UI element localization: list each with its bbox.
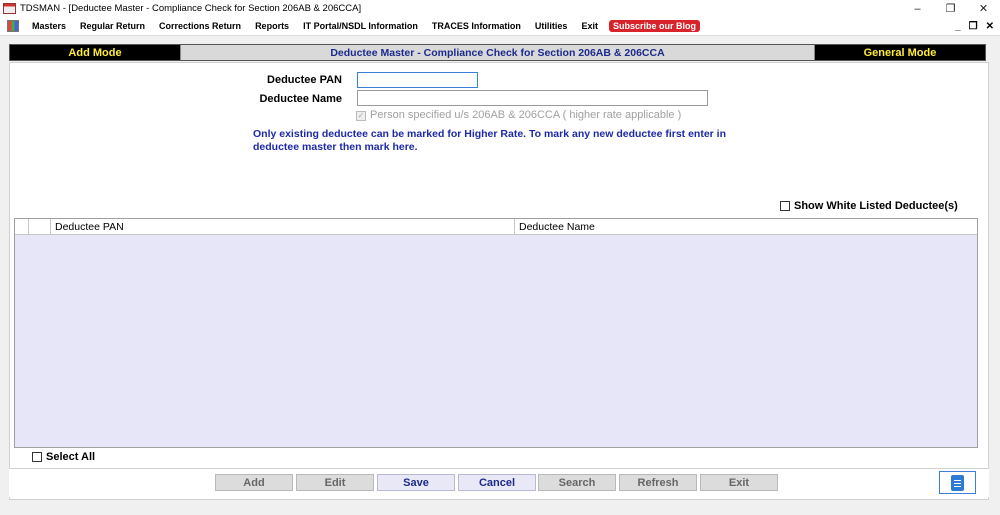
mdi-controls: _ ❐ ✕ xyxy=(955,17,994,36)
search-button[interactable]: Search xyxy=(538,474,616,491)
window-controls: – ❐ ✕ xyxy=(901,0,1000,17)
mode-bar: Add Mode Deductee Master - Compliance Ch… xyxy=(9,44,986,61)
help-document-button[interactable] xyxy=(939,471,976,494)
mdi-minimize-button[interactable]: _ xyxy=(955,21,961,32)
grid-checkbox-column xyxy=(29,219,51,234)
select-all-label: Select All xyxy=(46,451,96,463)
select-all-checkbox[interactable] xyxy=(32,452,42,462)
column-header-deductee-name[interactable]: Deductee Name xyxy=(515,219,977,234)
menu-corrections-return[interactable]: Corrections Return xyxy=(152,21,248,31)
deductee-name-label: Deductee Name xyxy=(259,93,342,105)
tdsman-app-icon xyxy=(3,3,16,14)
window-titlebar: TDSMAN - [Deductee Master - Compliance C… xyxy=(0,0,1000,17)
grid-row-header-column xyxy=(15,219,29,234)
menu-exit[interactable]: Exit xyxy=(574,21,605,31)
menu-regular-return[interactable]: Regular Return xyxy=(73,21,152,31)
save-button[interactable]: Save xyxy=(377,474,455,491)
deductee-name-input[interactable] xyxy=(357,90,708,106)
show-whitelisted-label: Show White Listed Deductee(s) xyxy=(794,200,958,212)
menu-reports[interactable]: Reports xyxy=(248,21,296,31)
add-mode-label: Add Mode xyxy=(10,45,180,60)
exit-button[interactable]: Exit xyxy=(700,474,778,491)
close-button[interactable]: ✕ xyxy=(967,0,1000,17)
edit-button[interactable]: Edit xyxy=(296,474,374,491)
menu-utilities[interactable]: Utilities xyxy=(528,21,575,31)
column-header-deductee-pan[interactable]: Deductee PAN xyxy=(51,219,515,234)
menu-it-portal[interactable]: IT Portal/NSDL Information xyxy=(296,21,425,31)
subscribe-blog-link[interactable]: Subscribe our Blog xyxy=(608,20,700,32)
add-button[interactable]: Add xyxy=(215,474,293,491)
document-icon xyxy=(951,474,964,491)
deductee-pan-input[interactable] xyxy=(357,72,478,88)
deductee-grid[interactable]: Deductee PAN Deductee Name xyxy=(14,218,978,448)
menu-masters[interactable]: Masters xyxy=(25,21,73,31)
menu-bar: Masters Regular Return Corrections Retur… xyxy=(0,17,1000,36)
higher-rate-note: Only existing deductee can be marked for… xyxy=(253,128,727,153)
menu-app-icon[interactable] xyxy=(7,20,19,32)
mdi-close-button[interactable]: ✕ xyxy=(986,21,994,32)
refresh-button[interactable]: Refresh xyxy=(619,474,697,491)
higher-rate-checkbox[interactable]: ✓ xyxy=(356,111,366,121)
grid-header: Deductee PAN Deductee Name xyxy=(15,219,977,235)
cancel-button[interactable]: Cancel xyxy=(458,474,536,491)
higher-rate-label: Person specified u/s 206AB & 206CCA ( hi… xyxy=(370,109,682,121)
minimize-button[interactable]: – xyxy=(901,0,934,17)
deductee-pan-label: Deductee PAN xyxy=(267,74,342,86)
show-whitelisted-checkbox[interactable] xyxy=(780,201,790,211)
general-mode-label: General Mode xyxy=(815,45,985,60)
menu-traces-information[interactable]: TRACES Information xyxy=(425,21,528,31)
form-title: Deductee Master - Compliance Check for S… xyxy=(180,45,815,60)
mdi-restore-button[interactable]: ❐ xyxy=(969,21,978,32)
restore-button[interactable]: ❐ xyxy=(934,0,967,17)
window-title: TDSMAN - [Deductee Master - Compliance C… xyxy=(20,3,362,14)
